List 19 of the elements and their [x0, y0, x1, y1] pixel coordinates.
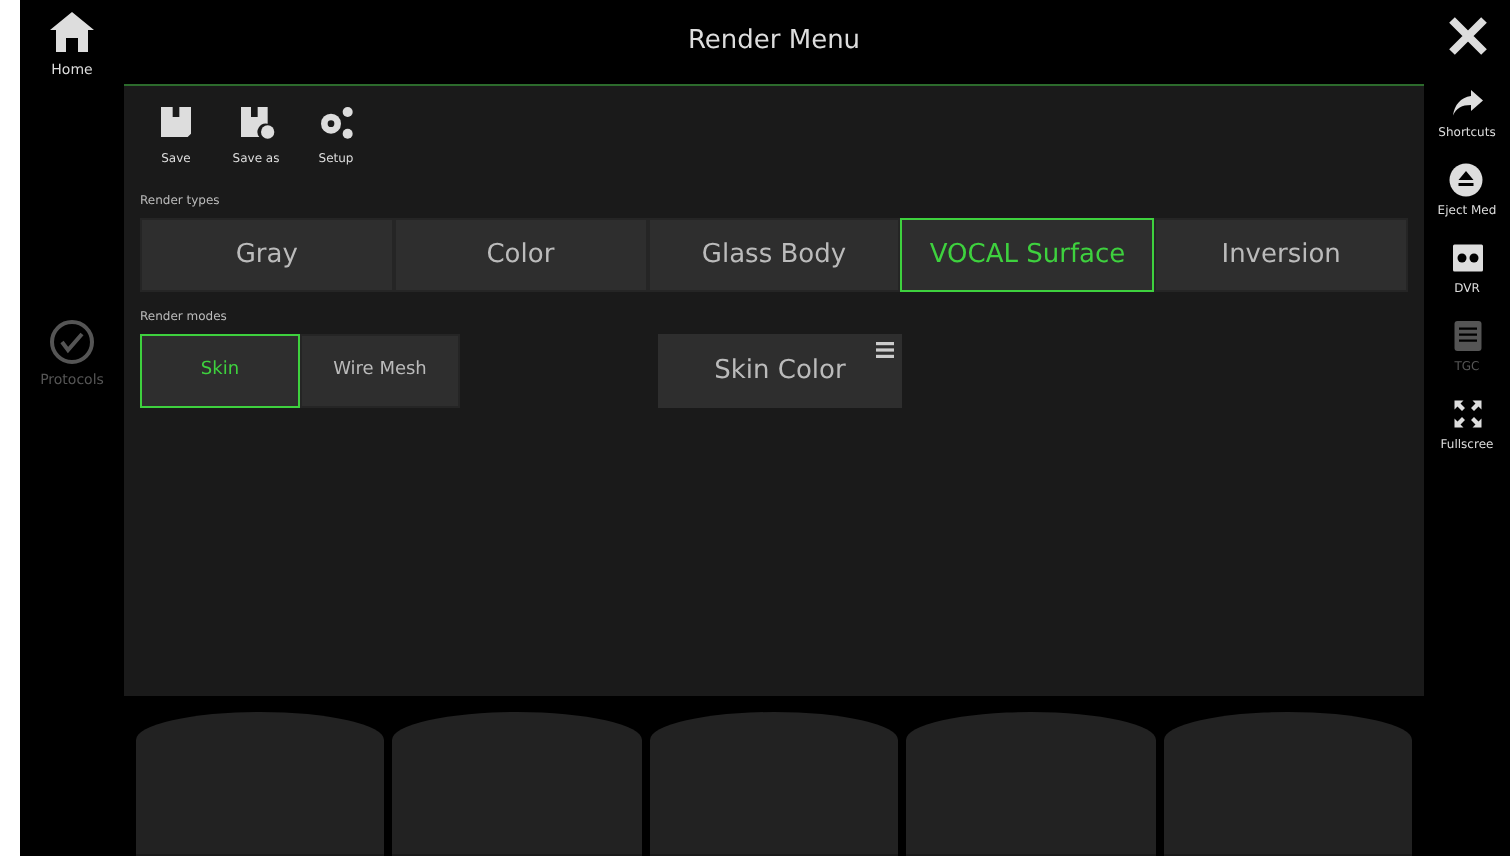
- render-type-tab[interactable]: Inversion: [1154, 218, 1408, 292]
- close-button[interactable]: [1447, 16, 1487, 56]
- tape-icon: [1449, 240, 1485, 276]
- floppy-disk-plus-icon: [236, 102, 276, 142]
- checkmark-circle-icon: [47, 317, 96, 365]
- skin-color-button[interactable]: Skin Color: [658, 334, 902, 408]
- render-type-tab[interactable]: VOCAL Surface: [900, 218, 1155, 292]
- home-icon: [48, 8, 96, 56]
- curved-arrow-icon: [1449, 84, 1485, 120]
- window-title: Render Menu: [685, 24, 863, 61]
- render-type-tab[interactable]: Color: [393, 218, 648, 292]
- expand-arrows-icon: [1449, 396, 1485, 432]
- render-type-tab[interactable]: Gray: [140, 218, 394, 292]
- render-type-tab[interactable]: Glass Body: [647, 218, 901, 292]
- close-icon: [1447, 16, 1487, 56]
- eject-icon: [1448, 162, 1485, 198]
- render-mode-tab[interactable]: Skin: [140, 334, 300, 408]
- menu-icon: [876, 342, 894, 358]
- render-mode-tab[interactable]: Wire Mesh: [300, 334, 460, 408]
